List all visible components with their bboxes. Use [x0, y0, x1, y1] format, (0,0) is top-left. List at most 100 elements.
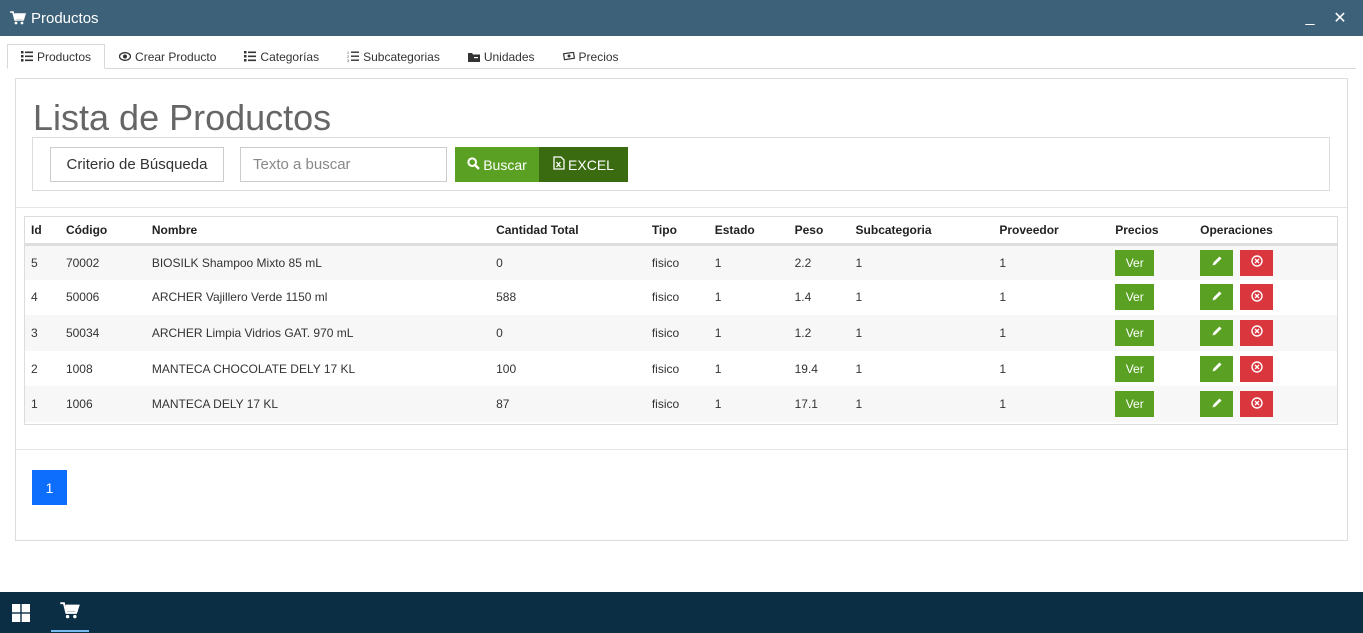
- numbered-list-icon: 123: [347, 51, 360, 62]
- windows-start-icon[interactable]: [12, 604, 30, 622]
- view-prices-button[interactable]: Ver: [1115, 355, 1155, 382]
- window-title: Productos: [31, 9, 99, 27]
- search-criteria-select[interactable]: Criterio de Búsqueda: [50, 147, 224, 182]
- cell-tipo: fisico: [651, 290, 680, 305]
- pencil-icon: [1211, 255, 1223, 270]
- edit-button[interactable]: [1200, 319, 1234, 346]
- cart-icon: [60, 601, 80, 624]
- delete-button[interactable]: [1240, 319, 1274, 346]
- delete-button[interactable]: [1240, 284, 1274, 311]
- cell-codigo: 1006: [65, 397, 93, 412]
- table-row: 3 50034 ARCHER Limpia Vidrios GAT. 970 mL 0…: [25, 315, 1337, 351]
- tab-subcategorias[interactable]: 123 Subcategorias: [333, 44, 454, 69]
- products-table: Id Código Nombre Cantidad Total Tipo Est…: [24, 216, 1338, 425]
- excel-button-label: EXCEL: [568, 156, 614, 173]
- tab-label: Unidades: [483, 49, 535, 64]
- tab-bar: Productos Crear Producto Categorías 123 …: [7, 44, 1356, 69]
- search-input[interactable]: [240, 147, 447, 182]
- cell-precios: Ver: [1109, 351, 1194, 387]
- cell-codigo: 70002: [65, 255, 100, 270]
- view-prices-button[interactable]: Ver: [1115, 319, 1155, 346]
- cell-precios: Ver: [1109, 280, 1194, 316]
- cell-proveedor: 1: [999, 397, 1007, 412]
- divider: [16, 207, 1347, 208]
- tab-label: Crear Producto: [135, 49, 217, 64]
- cell-estado: 1: [714, 397, 722, 412]
- column-header-operaciones: Operaciones: [1194, 217, 1337, 246]
- cell-subcategoria: 1: [855, 397, 863, 412]
- tab-categorias[interactable]: Categorías: [230, 44, 333, 69]
- edit-button[interactable]: [1200, 355, 1234, 382]
- cell-cantidad: 100: [496, 361, 517, 376]
- cell-operaciones: [1194, 351, 1337, 387]
- edit-button[interactable]: [1200, 284, 1234, 311]
- page-title: Lista de Productos: [33, 97, 332, 138]
- cell-peso: 2.2: [794, 255, 812, 270]
- cell-proveedor: 1: [999, 361, 1007, 376]
- close-circle-icon: [1250, 396, 1263, 412]
- list-icon: [244, 51, 257, 62]
- folder-icon: [467, 52, 480, 62]
- cell-precios: Ver: [1109, 315, 1194, 351]
- tab-label: Productos: [37, 49, 92, 64]
- cell-id: 5: [31, 255, 38, 270]
- table-row: 1 1006 MANTECA DELY 17 KL 87 fisico 1 17.1 1 1 Ve…: [25, 386, 1337, 422]
- cell-precios: Ver: [1109, 244, 1194, 280]
- pencil-icon: [1211, 397, 1223, 412]
- cell-id: 2: [31, 361, 38, 376]
- column-header-cantidad: Cantidad Total: [490, 217, 646, 246]
- view-prices-button[interactable]: Ver: [1115, 284, 1155, 311]
- tab-precios[interactable]: Precios: [549, 44, 633, 69]
- cell-subcategoria: 1: [855, 325, 863, 340]
- pagination-page-button[interactable]: 1: [32, 470, 67, 505]
- delete-button[interactable]: [1240, 249, 1274, 276]
- eye-icon: [119, 52, 132, 61]
- excel-export-button[interactable]: EXCEL: [539, 147, 628, 182]
- cell-id: 3: [31, 325, 38, 340]
- cell-operaciones: [1194, 280, 1337, 316]
- money-icon: [562, 52, 575, 61]
- tab-productos[interactable]: Productos: [7, 44, 106, 69]
- pencil-icon: [1211, 325, 1223, 340]
- cell-proveedor: 1: [999, 325, 1007, 340]
- edit-button[interactable]: [1200, 391, 1234, 418]
- title-bar: Productos _ ✕: [0, 0, 1363, 36]
- cell-codigo: 1008: [65, 361, 93, 376]
- close-circle-icon: [1250, 255, 1263, 270]
- delete-button[interactable]: [1240, 391, 1274, 418]
- minimize-button[interactable]: _: [1295, 0, 1325, 36]
- edit-button[interactable]: [1200, 249, 1234, 276]
- tab-crear-producto[interactable]: Crear Producto: [105, 44, 230, 69]
- tab-label: Precios: [578, 49, 619, 64]
- column-header-precios: Precios: [1109, 217, 1195, 246]
- close-button[interactable]: ✕: [1325, 0, 1355, 36]
- taskbar-app-cart[interactable]: [51, 592, 89, 633]
- products-panel: Lista de Productos Criterio de Búsqueda …: [15, 78, 1348, 541]
- table-row: 5 70002 BIOSILK Shampoo Mixto 85 mL 0 fisico…: [25, 244, 1337, 280]
- delete-button[interactable]: [1240, 355, 1274, 382]
- cell-operaciones: [1194, 386, 1337, 422]
- view-prices-button[interactable]: Ver: [1115, 391, 1155, 418]
- cell-estado: 1: [714, 325, 722, 340]
- cell-tipo: fisico: [651, 325, 680, 340]
- search-button[interactable]: Buscar: [455, 147, 539, 182]
- cell-operaciones: [1194, 244, 1337, 280]
- view-prices-button[interactable]: Ver: [1115, 249, 1155, 276]
- list-icon: [21, 51, 33, 62]
- table-row: 4 50006 ARCHER Vajillero Verde 1150 ml 588 f…: [25, 280, 1337, 316]
- cell-nombre: MANTECA DELY 17 KL: [151, 397, 279, 412]
- cell-nombre: ARCHER Vajillero Verde 1150 ml: [151, 290, 328, 305]
- column-header-nombre: Nombre: [145, 217, 491, 246]
- column-header-subcategoria: Subcategoria: [849, 217, 994, 246]
- tab-unidades[interactable]: Unidades: [454, 44, 549, 69]
- column-header-codigo: Código: [59, 217, 146, 246]
- svg-text:3: 3: [347, 59, 349, 62]
- cell-estado: 1: [714, 290, 722, 305]
- column-header-tipo: Tipo: [645, 217, 709, 246]
- close-circle-icon: [1250, 361, 1263, 376]
- cell-tipo: fisico: [651, 255, 680, 270]
- cell-subcategoria: 1: [855, 361, 863, 376]
- cell-cantidad: 87: [496, 397, 510, 412]
- cell-proveedor: 1: [999, 255, 1007, 270]
- cell-id: 4: [31, 290, 38, 305]
